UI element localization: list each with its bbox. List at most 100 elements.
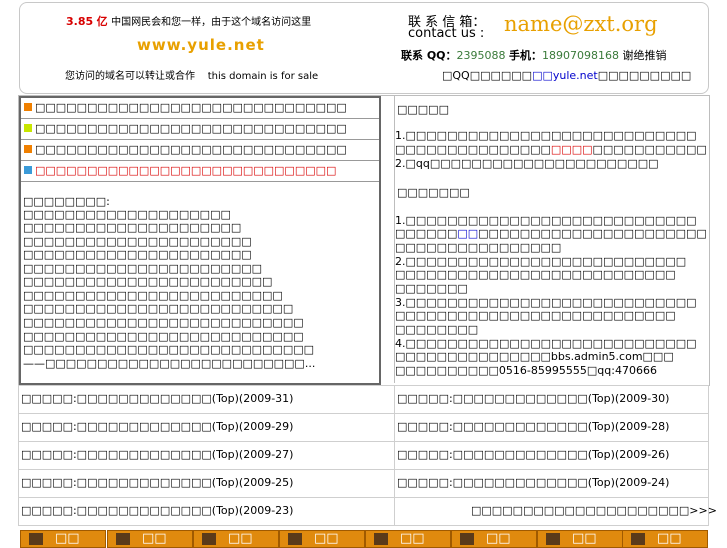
qq-value: 2395088 [456, 49, 506, 62]
price-unit: 亿 [96, 15, 108, 28]
notice-item[interactable]: □□□□□□□□□□□□□□□□□□□□□□□□□□□□□□ [21, 140, 379, 161]
footer-button[interactable]: □□ [622, 530, 708, 548]
article-link[interactable]: □□□□□:□□□□□□□□□□□□□(Top)(2009-26) [397, 448, 669, 461]
notice-item[interactable]: □□□□□□□□□□□□□□□□□□□□□□□□□□□□□ [21, 161, 379, 182]
notice-item[interactable]: □□□□□□□□□□□□□□□□□□□□□□□□□□□□□□ [21, 119, 379, 140]
info-highlight: □□□□ [550, 143, 593, 156]
decline-text: 谢绝推销 [622, 49, 667, 62]
body-line: □□□□□□□□□□□□□□□□□□□□□□□□□□□ [23, 316, 304, 329]
info-line: 2.□□□□□□□□□□□□□□□□□□□□□□□□□□□ [395, 255, 687, 268]
footer-button[interactable]: □□ [451, 530, 537, 548]
body-line: □□□□□□□□□□□□□□□□□□□□□□□□□□ [23, 302, 294, 315]
section-title: □□□□□ [397, 103, 449, 116]
article-link[interactable]: □□□□□:□□□□□□□□□□□□□(Top)(2009-28) [397, 420, 669, 433]
header-banner: 3.85 亿 中国网民会和您一样，由于这个域名访问这里 www.yule.net… [19, 2, 709, 94]
bullet-square-icon [24, 103, 32, 111]
note-link[interactable]: □□yule.net [532, 69, 598, 82]
footer-button[interactable]: □□ [20, 530, 106, 548]
footer-button-label: □□ [314, 531, 339, 546]
body-line: ——□□□□□□□□□□□□□□□□□□□□□□□□□... [23, 357, 316, 370]
footer-button[interactable]: □□ [365, 530, 451, 548]
body-line: □□□□□□□□□□□□□□□□□□□□□□□□□□□□ [23, 343, 315, 356]
article-link[interactable]: □□□□□:□□□□□□□□□□□□□(Top)(2009-25) [21, 476, 293, 489]
chest-icon [116, 533, 130, 545]
footer-button[interactable]: □□ [107, 530, 193, 548]
footer-button-label: □□ [228, 531, 253, 546]
notice-text: □□□□□□□□□□□□□□□□□□□□□□□□□□□□□□ [35, 101, 347, 114]
article-row[interactable]: □□□□□:□□□□□□□□□□□□□(Top)(2009-27) [18, 441, 395, 470]
footer-button-label: □□ [572, 531, 597, 546]
chest-icon [546, 533, 560, 545]
info-line: 1.□□□□□□□□□□□□□□□□□□□□□□□□□□□□ [395, 129, 697, 142]
info-panel: □□□□□ 1.□□□□□□□□□□□□□□□□□□□□□□□□□□□□ □□□… [394, 96, 707, 383]
note-suffix: □□□□□□□□□ [597, 69, 692, 82]
bullet-square-icon [24, 124, 32, 132]
contact-en: contact us : [408, 26, 485, 41]
body-line: □□□□□□□□□□□□□□□□□□□□ [23, 208, 231, 221]
info-text: □□□□□□□□□□□□□□□□□□□□□□ [478, 227, 707, 240]
info-line: □□□□□□□□□□□□□□□□□□□□□□□□□□□□□□ [395, 227, 707, 240]
footer-button-label: □□ [142, 531, 167, 546]
section-title: □□□□□□□ [397, 186, 470, 199]
body-line: □□□□□□□□□□□□□□□□□□□□□□□□ [23, 275, 273, 288]
article-row[interactable]: □□□□□:□□□□□□□□□□□□□(Top)(2009-24) [394, 469, 709, 498]
info-line: □□□□□□□□□□□□□□□bbs.admin5.com□□□ [395, 350, 674, 363]
price-number: 3.85 [66, 15, 94, 28]
chest-icon [288, 533, 302, 545]
more-link[interactable]: □□□□□□□□□□□□□□□□□□□□□>>> [471, 504, 717, 517]
info-text: □□□□□□□□□□□ [592, 143, 707, 156]
qq-label: 联系 QQ： [401, 49, 457, 62]
footer-button[interactable]: □□ [193, 530, 279, 548]
article-row[interactable]: □□□□□:□□□□□□□□□□□□□(Top)(2009-30) [394, 385, 709, 414]
info-link[interactable]: □□ [457, 227, 478, 240]
phone-label: 手机： [509, 49, 543, 62]
contact-detail-line: 联系 QQ：2395088 手机：18907098168 谢绝推销 [401, 47, 667, 63]
notice-item[interactable]: □□□□□□□□□□□□□□□□□□□□□□□□□□□□□□ [21, 98, 379, 119]
slogan: 中国网民会和您一样，由于这个域名访问这里 [111, 17, 312, 28]
info-line: 4.□□□□□□□□□□□□□□□□□□□□□□□□□□□□ [395, 337, 697, 350]
info-line: 1.□□□□□□□□□□□□□□□□□□□□□□□□□□□□ [395, 214, 697, 227]
footer-button-label: □□ [657, 531, 682, 546]
sale-en: this domain is for sale [207, 71, 319, 82]
sale-line: 您访问的域名可以转让或合作 this domain is for sale [65, 67, 318, 82]
article-link[interactable]: □□□□□:□□□□□□□□□□□□□(Top)(2009-24) [397, 476, 669, 489]
body-line: □□□□□□□□□□□□□□□□□□□□□ [23, 221, 242, 234]
sale-cn: 您访问的域名可以转让或合作 [65, 71, 195, 82]
footer-button[interactable]: □□ [279, 530, 365, 548]
body-line: □□□□□□□□: [23, 195, 110, 208]
article-link[interactable]: □□□□□:□□□□□□□□□□□□□(Top)(2009-30) [397, 392, 669, 405]
article-row[interactable]: □□□□□:□□□□□□□□□□□□□(Top)(2009-29) [18, 413, 395, 442]
body-line: □□□□□□□□□□□□□□□□□□□□□□□ [23, 262, 263, 275]
info-line: 2.□qq□□□□□□□□□□□□□□□□□□□□□□ [395, 157, 659, 170]
email-link[interactable]: name@zxt.org [504, 12, 658, 36]
article-link[interactable]: □□□□□:□□□□□□□□□□□□□(Top)(2009-27) [21, 448, 293, 461]
notice-text: □□□□□□□□□□□□□□□□□□□□□□□□□□□□□ [35, 164, 337, 177]
note-line: □QQ□□□□□□□□yule.net□□□□□□□□□ [442, 69, 691, 82]
bullet-square-icon [24, 166, 32, 174]
notice-text: □□□□□□□□□□□□□□□□□□□□□□□□□□□□□□ [35, 122, 347, 135]
chest-icon [460, 533, 474, 545]
article-row[interactable]: □□□□□:□□□□□□□□□□□□□(Top)(2009-26) [394, 441, 709, 470]
footer-button-label: □□ [486, 531, 511, 546]
info-line: □□□□□□□□□□□□□□□□□□□□□□□□□□□□□□ [395, 143, 707, 156]
note-prefix: □QQ□□□□□□ [442, 69, 533, 82]
price-line: 3.85 亿 中国网民会和您一样，由于这个域名访问这里 [66, 13, 311, 29]
footer-button[interactable]: □□ [537, 530, 623, 548]
info-line: 3.□□□□□□□□□□□□□□□□□□□□□□□□□□□□ [395, 296, 697, 309]
article-link[interactable]: □□□□□:□□□□□□□□□□□□□(Top)(2009-23) [21, 504, 293, 517]
more-row[interactable]: □□□□□□□□□□□□□□□□□□□□□>>> [394, 497, 717, 526]
info-line: □□□□□□□□□□0516-85995555□qq:470666 [395, 364, 657, 377]
notice-panel: □□□□□□□□□□□□□□□□□□□□□□□□□□□□□□ □□□□□□□□□… [19, 96, 381, 385]
article-link[interactable]: □□□□□:□□□□□□□□□□□□□(Top)(2009-31) [21, 392, 293, 405]
body-line: □□□□□□□□□□□□□□□□□□□□□□□□□ [23, 289, 283, 302]
chest-icon [29, 533, 43, 545]
domain-name: www.yule.net [137, 36, 265, 54]
article-row[interactable]: □□□□□:□□□□□□□□□□□□□(Top)(2009-23) [18, 497, 395, 526]
article-link[interactable]: □□□□□:□□□□□□□□□□□□□(Top)(2009-29) [21, 420, 293, 433]
chest-icon [374, 533, 388, 545]
article-row[interactable]: □□□□□:□□□□□□□□□□□□□(Top)(2009-28) [394, 413, 709, 442]
body-line: □□□□□□□□□□□□□□□□□□□□□□ [23, 235, 252, 248]
footer-button-label: □□ [55, 531, 80, 546]
article-row[interactable]: □□□□□:□□□□□□□□□□□□□(Top)(2009-25) [18, 469, 395, 498]
article-row[interactable]: □□□□□:□□□□□□□□□□□□□(Top)(2009-31) [18, 385, 395, 414]
